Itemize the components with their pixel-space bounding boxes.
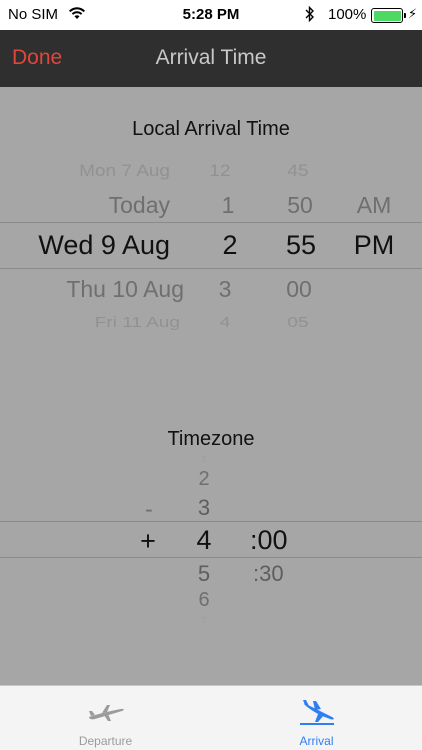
timezone-hour-option[interactable]: 2 xyxy=(190,468,218,491)
picker-selection-line-top xyxy=(0,222,422,223)
timezone-sign-option-selected[interactable]: + xyxy=(133,526,163,557)
tab-departure[interactable]: Departure xyxy=(0,686,211,750)
tab-bar: Departure Arrival xyxy=(0,685,422,750)
hour-option[interactable]: 3 xyxy=(205,276,245,303)
minute-option[interactable]: 00 xyxy=(279,276,319,303)
timezone-picker-title: Timezone xyxy=(167,428,255,450)
status-bar: No SIM 5:28 PM 100% ⚡ xyxy=(0,0,422,30)
timezone-sign-option[interactable]: - xyxy=(134,496,164,523)
date-option-selected[interactable]: Wed 9 Aug xyxy=(0,230,170,261)
timezone-selection-line-top xyxy=(0,521,422,522)
timezone-hour-option[interactable]: 1 xyxy=(194,454,214,464)
timezone-hour-option[interactable]: 3 xyxy=(190,495,218,521)
airplane-departure-icon xyxy=(85,698,127,726)
airplane-arrival-icon xyxy=(296,698,338,726)
tab-arrival-label: Arrival xyxy=(299,734,334,748)
date-option[interactable]: Today xyxy=(0,192,170,219)
timezone-minute-option[interactable]: :30 xyxy=(253,561,284,587)
timezone-hour-option[interactable]: 7 xyxy=(194,615,214,625)
timezone-hour-option[interactable]: 5 xyxy=(190,561,218,587)
bluetooth-icon xyxy=(304,5,316,27)
battery-percent: 100% xyxy=(328,6,367,23)
minute-option[interactable]: 05 xyxy=(278,314,318,332)
date-option[interactable]: Thu 10 Aug xyxy=(0,276,184,303)
hour-option[interactable]: 4 xyxy=(205,314,245,332)
charging-icon: ⚡ xyxy=(408,6,418,21)
ampm-option[interactable]: AM xyxy=(346,192,402,219)
navigation-bar: Done Arrival Time xyxy=(0,30,422,87)
minute-option[interactable]: 50 xyxy=(280,192,320,219)
picker-selection-line-bottom xyxy=(0,268,422,269)
tab-departure-label: Departure xyxy=(78,734,133,748)
timezone-hour-option-selected[interactable]: 4 xyxy=(189,525,219,556)
page-title: Arrival Time xyxy=(155,46,267,69)
timezone-hour-option[interactable]: 6 xyxy=(190,589,218,612)
arrival-picker-title: Local Arrival Time xyxy=(132,118,290,140)
hour-option[interactable]: 12 xyxy=(200,163,240,182)
minute-option[interactable]: 45 xyxy=(278,163,318,182)
battery-icon xyxy=(371,8,406,23)
tab-arrival[interactable]: Arrival xyxy=(211,686,422,750)
timezone-minute-option-selected[interactable]: :00 xyxy=(250,525,288,556)
timezone-selection-line-bottom xyxy=(0,557,422,558)
date-option[interactable]: Mon 7 Aug xyxy=(0,163,170,182)
date-option[interactable]: Fri 11 Aug xyxy=(0,314,180,332)
hour-option-selected[interactable]: 2 xyxy=(210,230,250,261)
ampm-option-selected[interactable]: PM xyxy=(344,230,404,261)
hour-option[interactable]: 1 xyxy=(208,192,248,219)
minute-option-selected[interactable]: 55 xyxy=(281,230,321,261)
